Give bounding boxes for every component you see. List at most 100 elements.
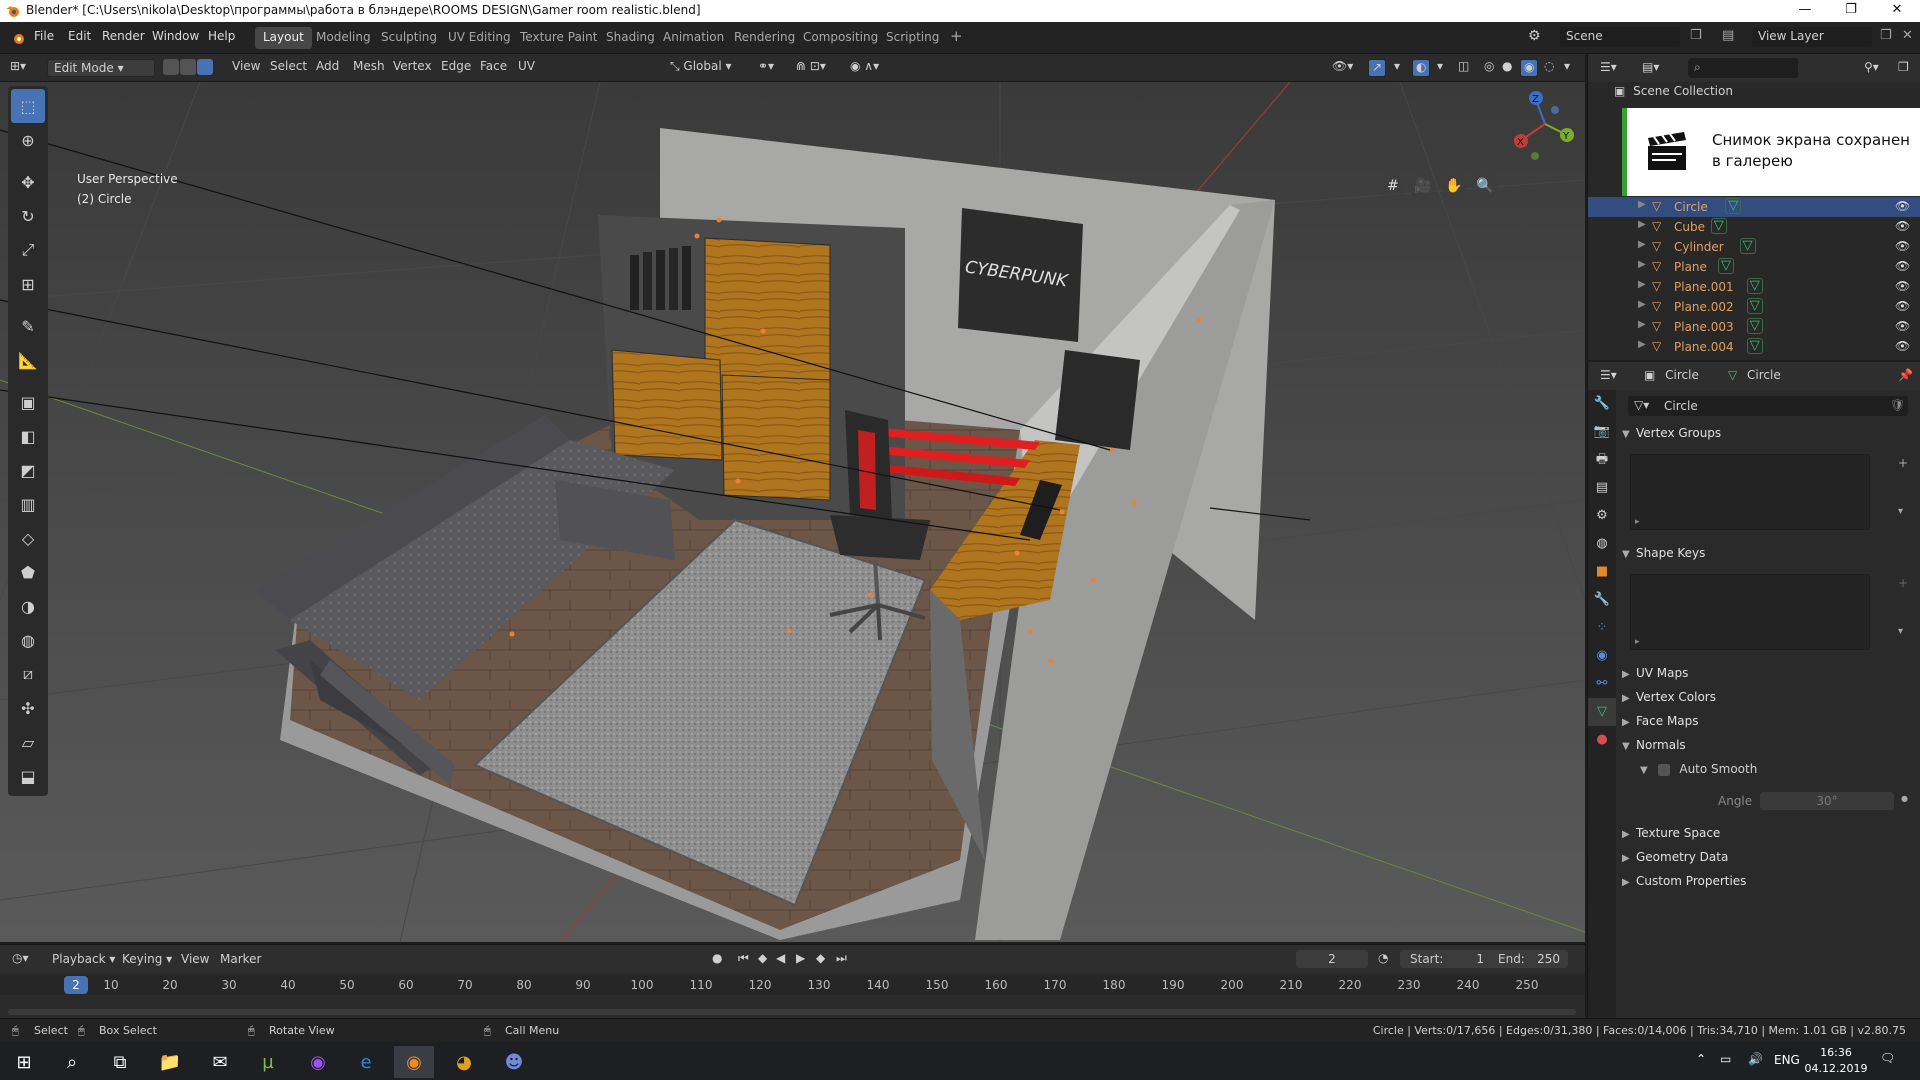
- edge-browser-icon[interactable]: e: [346, 1046, 386, 1078]
- xray-toggle-icon[interactable]: ◫: [1458, 59, 1469, 77]
- poly-build-tool-icon[interactable]: ⬟: [11, 555, 45, 589]
- mesh-breadcrumb[interactable]: ▽ Circle: [1728, 368, 1781, 382]
- pan-view-icon[interactable]: ✋: [1441, 174, 1467, 200]
- utorrent-icon[interactable]: µ: [248, 1046, 288, 1078]
- edge-select-icon[interactable]: [180, 59, 196, 75]
- playhead[interactable]: 2: [64, 976, 88, 994]
- geometry-data-panel-header[interactable]: ▶ Geometry Data: [1622, 850, 1918, 872]
- outliner-item[interactable]: ▶ ▽ Circle ▽ 👁: [1588, 197, 1920, 217]
- gizmo-dropdown-icon[interactable]: ▾: [1394, 59, 1400, 77]
- view-layer-tab-icon[interactable]: ▤: [1588, 474, 1616, 502]
- vertex-colors-panel-header[interactable]: ▶ Vertex Colors: [1622, 690, 1918, 712]
- jump-start-icon[interactable]: ⏮: [738, 951, 749, 966]
- shrink-fatten-tool-icon[interactable]: ✣: [11, 691, 45, 725]
- navigation-gizmo[interactable]: Z Y X: [1505, 84, 1585, 164]
- tab-layout[interactable]: Layout: [255, 27, 312, 49]
- file-explorer-icon[interactable]: 📁: [150, 1046, 190, 1078]
- mesh-data-icon[interactable]: ▽: [1746, 318, 1763, 334]
- expand-arrow-icon[interactable]: ▶: [1638, 299, 1646, 310]
- measure-tool-icon[interactable]: 📐: [11, 343, 45, 377]
- menu-render[interactable]: Render: [102, 29, 145, 43]
- header-menu-select[interactable]: Select: [270, 59, 307, 77]
- expand-arrow-icon[interactable]: ▶: [1638, 239, 1646, 250]
- blender-menu-icon[interactable]: [10, 30, 26, 46]
- close-button[interactable]: ✕: [1874, 0, 1920, 22]
- visibility-eye-icon[interactable]: 👁: [1895, 239, 1910, 253]
- toggle-grid-icon[interactable]: #: [1380, 174, 1406, 200]
- outliner-item[interactable]: ▶ ▽ Plane.001 ▽ 👁: [1588, 277, 1920, 297]
- vertex-groups-list[interactable]: ▸: [1630, 454, 1870, 530]
- extrude-tool-icon[interactable]: ▣: [11, 385, 45, 419]
- tab-modeling[interactable]: Modeling: [308, 27, 379, 49]
- header-menu-uv[interactable]: UV: [518, 59, 535, 77]
- end-frame-field[interactable]: End: 250: [1490, 950, 1568, 968]
- mail-icon[interactable]: ✉: [200, 1046, 240, 1078]
- tab-rendering[interactable]: Rendering: [726, 27, 803, 49]
- knife-tool-icon[interactable]: ◇: [11, 521, 45, 555]
- mesh-name-field[interactable]: ▽▾ Circle 🛡: [1628, 396, 1908, 416]
- smooth-tool-icon[interactable]: ◍: [11, 623, 45, 657]
- new-view-layer-icon[interactable]: ❐: [1880, 28, 1892, 43]
- mode-selector[interactable]: Edit Mode ▾: [47, 59, 155, 77]
- tab-animation[interactable]: Animation: [655, 27, 732, 49]
- clock[interactable]: 16:36 04.12.2019: [1800, 1045, 1872, 1077]
- mesh-data-icon[interactable]: ▽: [1746, 278, 1763, 294]
- outliner-item[interactable]: ▶ ▽ Plane.004 ▽ 👁: [1588, 337, 1920, 357]
- material-shading-icon[interactable]: ◉: [1520, 59, 1539, 77]
- menu-window[interactable]: Window: [152, 29, 199, 43]
- mesh-data-tab-icon[interactable]: ▽: [1588, 698, 1616, 726]
- physics-tab-icon[interactable]: ◉: [1588, 642, 1616, 670]
- output-tab-icon[interactable]: 🖶: [1588, 446, 1616, 474]
- timeline-ruler[interactable]: 2 10 20 30 40 50 60 70 80 90 100 110 120 130 140 150 160…: [0, 975, 1585, 995]
- tab-scripting[interactable]: Scripting: [878, 27, 947, 49]
- cursor-tool-icon[interactable]: ⊕: [11, 123, 45, 157]
- expand-arrow-icon[interactable]: ▶: [1638, 219, 1646, 230]
- bevel-tool-icon[interactable]: ◩: [11, 453, 45, 487]
- shear-tool-icon[interactable]: ▱: [11, 725, 45, 759]
- play-icon[interactable]: ▶: [796, 951, 805, 965]
- visibility-eye-icon[interactable]: 👁: [1895, 319, 1910, 333]
- object-tab-icon[interactable]: ■: [1588, 558, 1616, 586]
- shape-key-menu-icon[interactable]: ▾: [1898, 626, 1903, 637]
- fake-user-icon[interactable]: 🛡: [1890, 398, 1905, 412]
- inset-tool-icon[interactable]: ◧: [11, 419, 45, 453]
- solid-shading-icon[interactable]: ●: [1502, 59, 1512, 77]
- auto-smooth-expand-icon[interactable]: ▼: [1640, 765, 1648, 776]
- preview-range-icon[interactable]: ◔: [1378, 951, 1388, 965]
- restore-button[interactable]: ❐: [1828, 0, 1874, 22]
- annotate-tool-icon[interactable]: ✎: [11, 309, 45, 343]
- uv-maps-panel-header[interactable]: ▶ UV Maps: [1622, 666, 1918, 688]
- pin-icon[interactable]: 📌: [1898, 368, 1913, 382]
- filter-icon[interactable]: ⚲▾: [1864, 60, 1879, 74]
- tab-uv-editing[interactable]: UV Editing: [440, 27, 519, 49]
- overlay-toggle-icon[interactable]: ◐: [1412, 59, 1431, 77]
- scene-selector[interactable]: Scene: [1560, 27, 1680, 47]
- constraints-tab-icon[interactable]: ⚯: [1588, 670, 1616, 698]
- orientation-selector[interactable]: ⤡ Global ▾: [670, 59, 732, 77]
- action-center-icon[interactable]: 🗨: [1880, 1051, 1895, 1065]
- mesh-data-icon[interactable]: ▽: [1725, 198, 1742, 214]
- shape-keys-panel-header[interactable]: ▼ Shape Keys: [1622, 546, 1918, 568]
- auto-smooth-checkbox[interactable]: [1657, 763, 1670, 776]
- volume-icon[interactable]: 🔊: [1748, 1052, 1763, 1066]
- timeline-menu-playback[interactable]: Playback ▾: [52, 952, 115, 966]
- new-collection-icon[interactable]: ❐: [1898, 60, 1909, 74]
- taskbar-search-icon[interactable]: ⌕: [52, 1046, 92, 1078]
- visibility-eye-icon[interactable]: 👁: [1895, 299, 1910, 313]
- scene-collection-row[interactable]: ▣ Scene Collection: [1614, 84, 1733, 98]
- current-frame-field[interactable]: 2: [1296, 950, 1368, 968]
- vertex-groups-panel-header[interactable]: ▼ Vertex Groups: [1622, 426, 1918, 448]
- visibility-eye-icon[interactable]: 👁: [1895, 219, 1910, 233]
- render-tab-icon[interactable]: 📷: [1588, 418, 1616, 446]
- vertex-group-menu-icon[interactable]: ▾: [1898, 506, 1903, 517]
- shape-keys-list[interactable]: ▸: [1630, 574, 1870, 650]
- tab-texture-paint[interactable]: Texture Paint: [512, 27, 605, 49]
- overlay-dropdown-icon[interactable]: ▾: [1437, 59, 1443, 77]
- object-breadcrumb[interactable]: ▣ Circle: [1644, 368, 1699, 382]
- wireframe-shading-icon[interactable]: ◎: [1484, 59, 1494, 77]
- outliner-item[interactable]: ▶ ▽ Plane.003 ▽ 👁: [1588, 317, 1920, 337]
- material-tab-icon[interactable]: ●: [1588, 726, 1616, 754]
- shading-dropdown-icon[interactable]: ▾: [1564, 59, 1570, 77]
- timeline-menu-view[interactable]: View: [181, 952, 209, 966]
- mesh-data-icon[interactable]: ▽: [1746, 298, 1763, 314]
